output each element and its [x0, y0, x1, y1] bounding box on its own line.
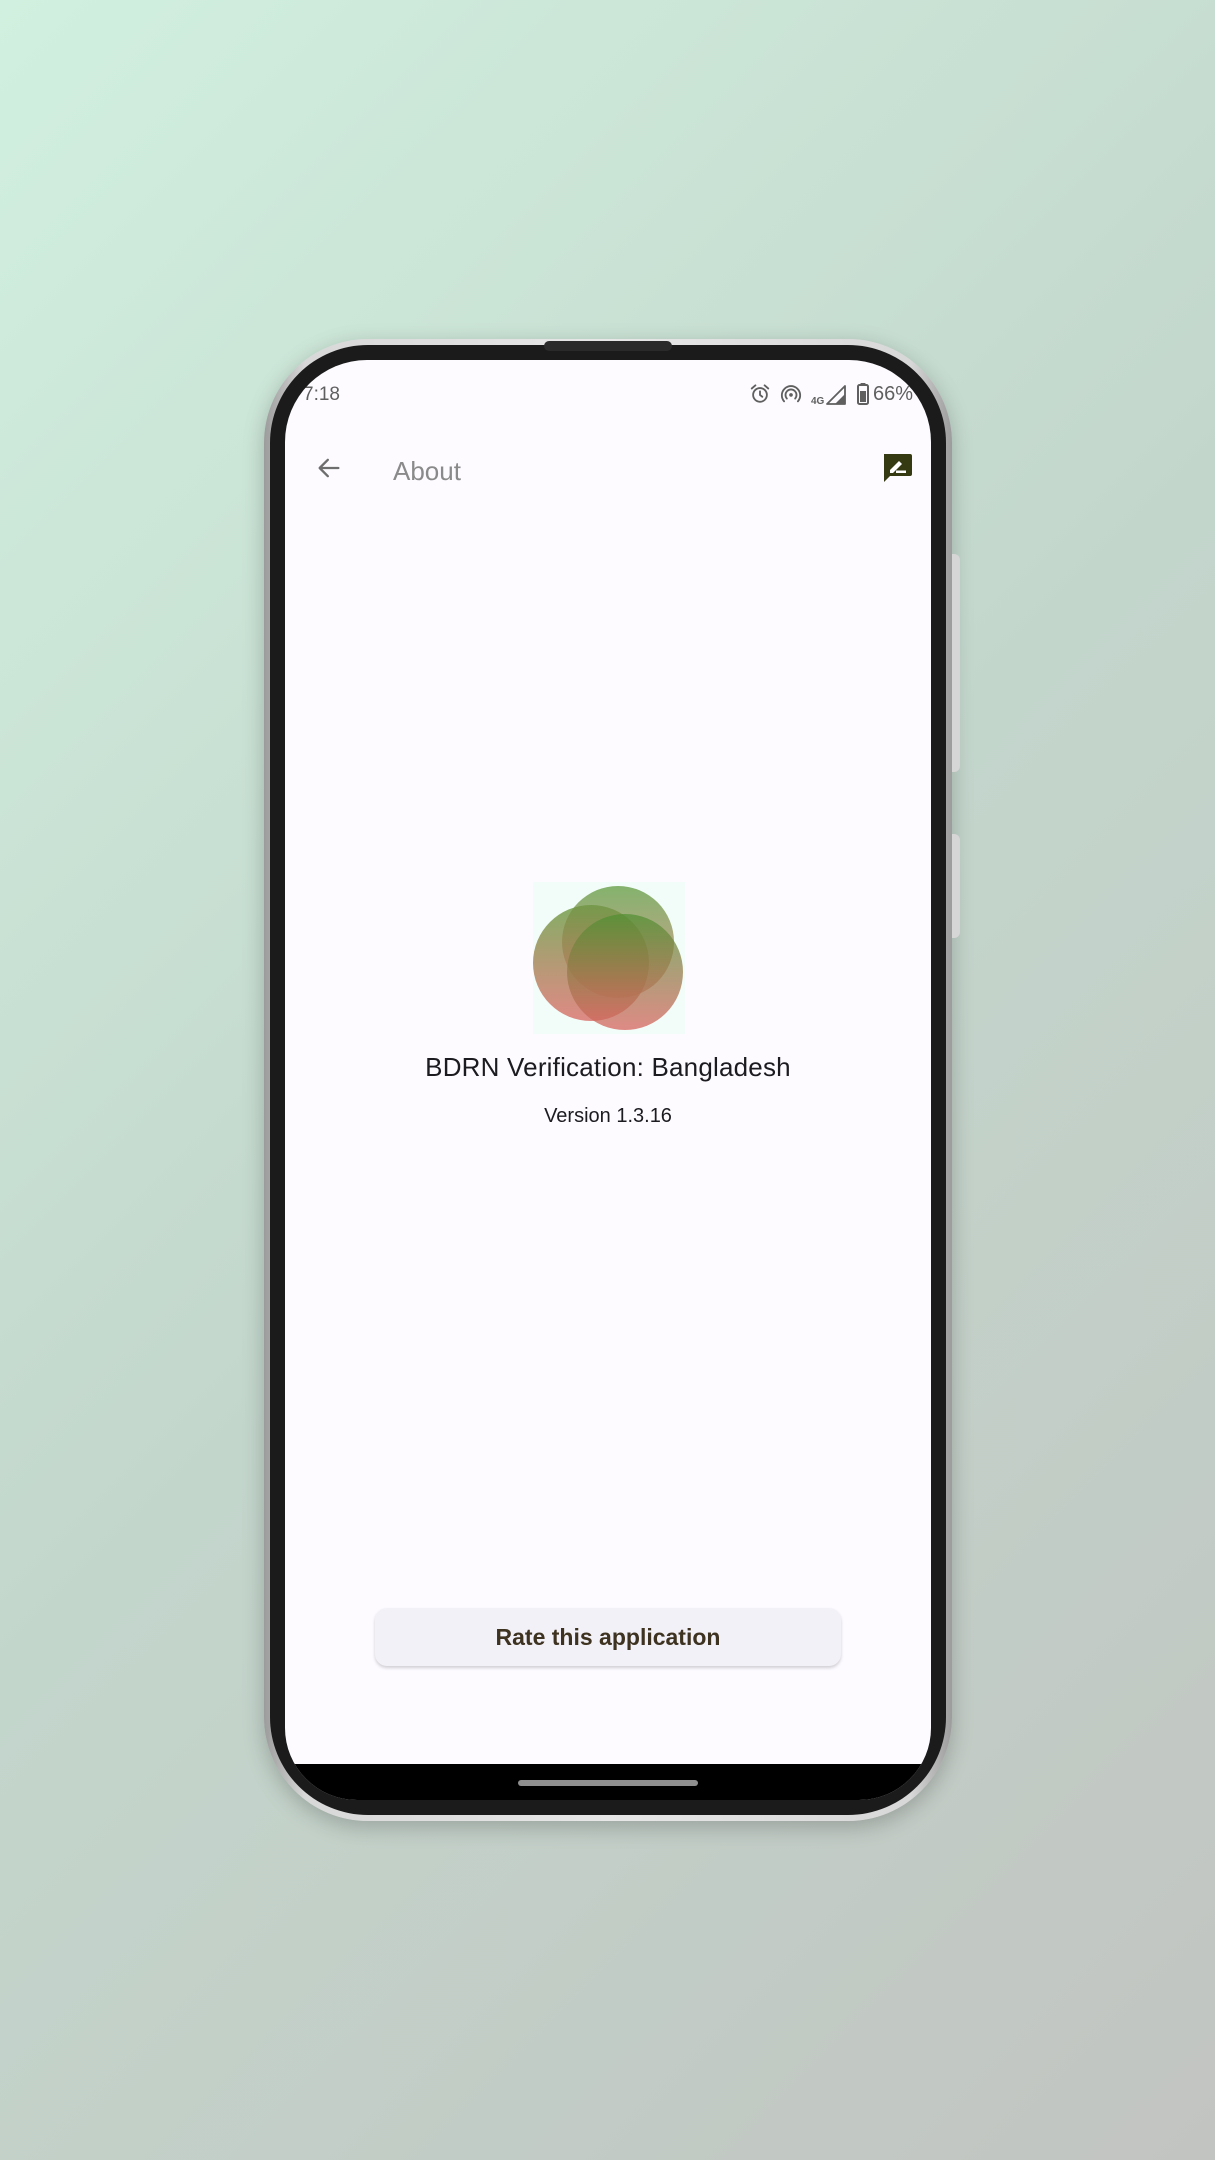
volume-button: [952, 554, 960, 772]
battery-percentage: 66%: [872, 382, 913, 405]
network-4g-icon: 4G: [811, 382, 849, 406]
battery-icon: [856, 383, 869, 405]
arrow-back-icon: [315, 454, 343, 487]
status-time: 7:18: [303, 384, 340, 405]
svg-text:4G: 4G: [811, 396, 825, 406]
earpiece-speaker: [544, 341, 672, 351]
status-bar: 7:18 4G 66%: [285, 360, 931, 430]
hotspot-icon: [779, 383, 803, 405]
app-bar: About: [285, 432, 931, 512]
app-logo: [533, 882, 685, 1034]
status-icons: 4G 66%: [749, 382, 913, 406]
alarm-icon: [749, 383, 771, 405]
app-version: Version 1.3.16: [544, 1105, 672, 1127]
feedback-button[interactable]: [875, 448, 919, 492]
app-name: BDRN Verification: Bangladesh: [425, 1052, 791, 1082]
back-button[interactable]: [307, 448, 351, 492]
phone-screen: 7:18 4G 66% About BDRN Verification: Ban…: [285, 360, 931, 1800]
power-button: [952, 834, 960, 938]
page-title: About: [393, 456, 461, 486]
feedback-icon: [880, 451, 914, 490]
rate-app-button[interactable]: Rate this application: [375, 1608, 841, 1666]
home-indicator[interactable]: [518, 1780, 698, 1786]
